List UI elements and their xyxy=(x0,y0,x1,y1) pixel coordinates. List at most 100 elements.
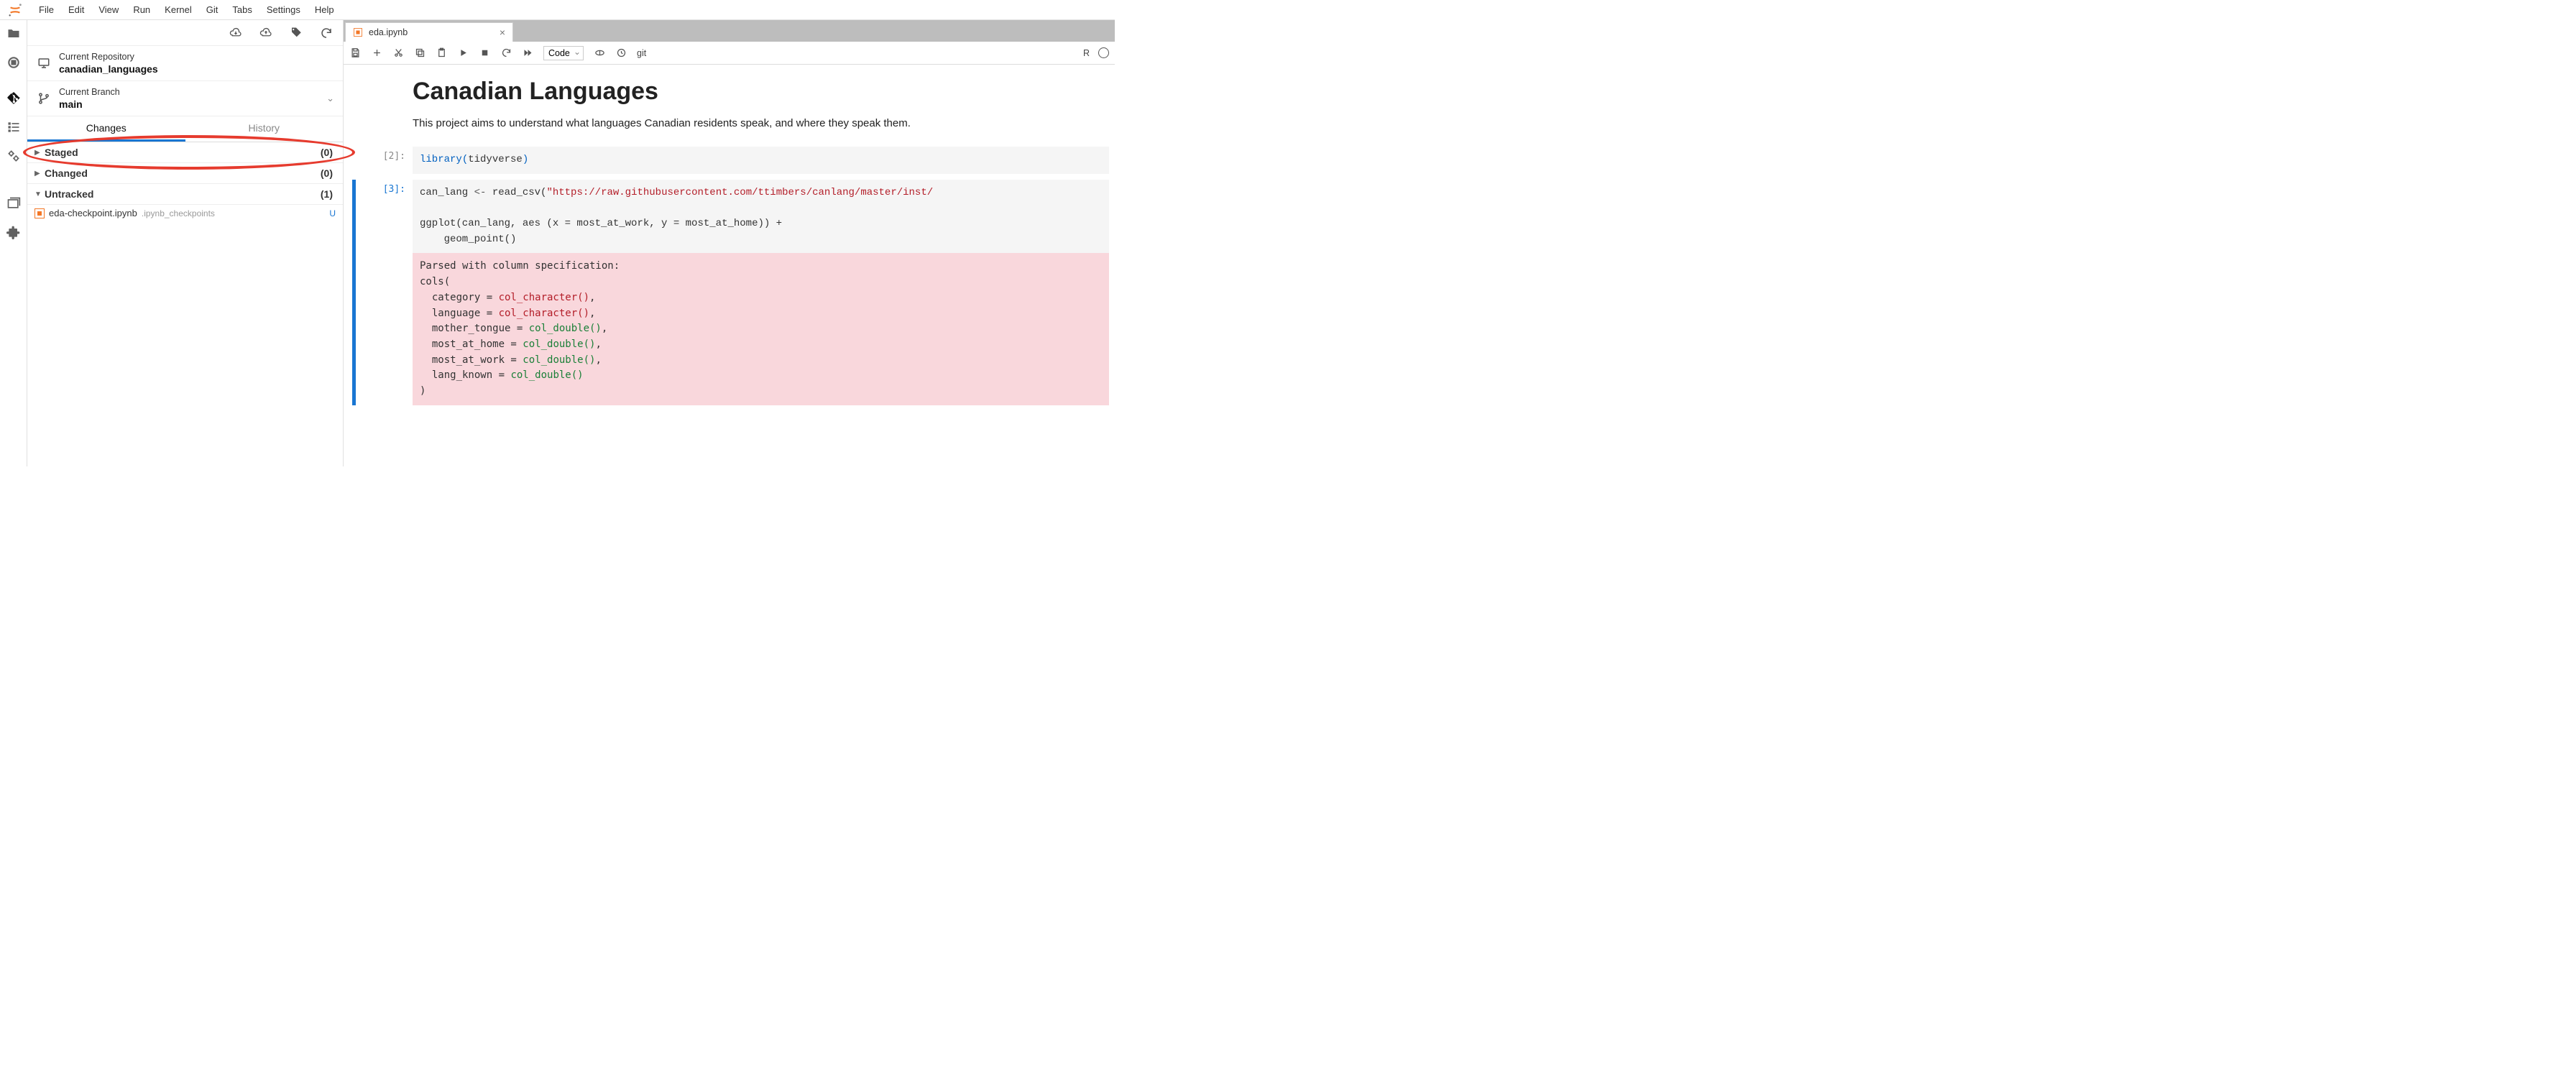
output-token: , xyxy=(595,338,601,350)
current-branch[interactable]: Current Branch main ⌄ xyxy=(27,81,343,116)
output-token: col_double() xyxy=(510,369,583,381)
output-token: col_character() xyxy=(499,292,589,303)
cloud-upload-icon[interactable] xyxy=(259,27,272,40)
menu-view[interactable]: View xyxy=(91,1,126,18)
code-2-body[interactable]: can_lang <- read_csv("https://raw.github… xyxy=(413,180,1109,254)
monitor-icon xyxy=(36,57,52,70)
active-cell-bar xyxy=(352,180,356,405)
kernel-name[interactable]: git xyxy=(637,48,646,58)
tab-bar: eda.ipynb × xyxy=(344,20,1115,42)
untracked-file-row[interactable]: eda-checkpoint.ipynb .ipynb_checkpoints … xyxy=(27,205,343,221)
markdown-cell[interactable]: Canadian Languages This project aims to … xyxy=(344,78,1115,141)
output-line: Parsed with column specification: xyxy=(420,260,620,272)
render-icon[interactable] xyxy=(594,47,605,59)
output-line: most_at_work = xyxy=(420,354,523,366)
menu-file[interactable]: File xyxy=(32,1,61,18)
staged-count: (0) xyxy=(321,147,336,158)
git-tabs: Changes History xyxy=(27,116,343,142)
git-toolbar xyxy=(27,20,343,46)
restart-icon[interactable] xyxy=(500,47,512,59)
menu-edit[interactable]: Edit xyxy=(61,1,91,18)
output-token: , xyxy=(589,292,595,303)
caret-right-icon: ▶ xyxy=(34,149,42,157)
main-area: eda.ipynb × Code git R xyxy=(344,20,1115,466)
untracked-count: (1) xyxy=(321,188,336,200)
tab-history[interactable]: History xyxy=(185,116,344,142)
menu-git[interactable]: Git xyxy=(199,1,226,18)
file-path: .ipynb_checkpoints xyxy=(142,208,215,218)
output-line: mother_tongue = xyxy=(420,323,529,334)
run-icon[interactable] xyxy=(457,47,469,59)
prompt-2: [3]: xyxy=(383,180,405,195)
code-1-body[interactable]: library(tidyverse) xyxy=(413,147,1109,174)
git-icon[interactable] xyxy=(6,91,22,106)
output-line: most_at_home = xyxy=(420,338,523,350)
output-token: col_double() xyxy=(523,354,595,366)
menu-settings[interactable]: Settings xyxy=(259,1,308,18)
refresh-icon[interactable] xyxy=(320,27,333,40)
file-name: eda-checkpoint.ipynb xyxy=(49,208,137,218)
settings-gears-icon[interactable] xyxy=(6,148,22,164)
notebook-file-icon xyxy=(354,28,362,37)
changed-label: Changed xyxy=(45,167,88,179)
notebook-toolbar: Code git R xyxy=(344,42,1115,65)
caret-down-icon: ▼ xyxy=(34,190,42,198)
repo-label: Current Repository xyxy=(59,52,158,62)
code-token: can_lang xyxy=(420,187,474,198)
folder-icon[interactable] xyxy=(6,26,22,42)
output-line: lang_known = xyxy=(420,369,510,381)
activity-bar xyxy=(0,20,27,466)
menu-tabs[interactable]: Tabs xyxy=(225,1,259,18)
menu-kernel[interactable]: Kernel xyxy=(157,1,199,18)
file-status: U xyxy=(329,208,336,218)
notebook-tab[interactable]: eda.ipynb × xyxy=(345,22,513,42)
code-cell-2[interactable]: [3]: can_lang <- read_csv("https://raw.g… xyxy=(344,180,1115,405)
repo-name: canadian_languages xyxy=(59,63,158,75)
paste-icon[interactable] xyxy=(436,47,447,59)
cut-icon[interactable] xyxy=(392,47,404,59)
branch-name: main xyxy=(59,98,120,110)
caret-right-icon: ▶ xyxy=(34,170,42,178)
section-staged[interactable]: ▶ Staged (0) xyxy=(27,142,343,163)
running-icon[interactable] xyxy=(6,55,22,70)
notebook-body[interactable]: Canadian Languages This project aims to … xyxy=(344,65,1115,466)
save-icon[interactable] xyxy=(349,47,361,59)
code-token: ggplot(can_lang, aes (x = most_at_work, … xyxy=(420,218,782,229)
section-untracked[interactable]: ▼ Untracked (1) xyxy=(27,184,343,205)
kernel-status-icon[interactable] xyxy=(1098,47,1109,58)
run-all-icon[interactable] xyxy=(522,47,533,59)
menu-run[interactable]: Run xyxy=(126,1,157,18)
add-cell-icon[interactable] xyxy=(371,47,382,59)
section-changed[interactable]: ▶ Changed (0) xyxy=(27,163,343,184)
output-token: , xyxy=(589,308,595,319)
page-title: Canadian Languages xyxy=(413,78,1109,106)
toc-icon[interactable] xyxy=(6,119,22,135)
kernel-lang: R xyxy=(1083,48,1090,58)
output-token: , xyxy=(595,354,601,366)
stop-icon[interactable] xyxy=(479,47,490,59)
tag-icon[interactable] xyxy=(290,27,303,40)
menu-help[interactable]: Help xyxy=(308,1,341,18)
cell-type-select[interactable]: Code xyxy=(543,46,584,60)
code-cell-1[interactable]: [2]: library(tidyverse) xyxy=(344,147,1115,174)
close-icon[interactable]: × xyxy=(500,27,505,38)
code-token: read_csv( xyxy=(486,187,546,198)
copy-icon[interactable] xyxy=(414,47,426,59)
branch-label: Current Branch xyxy=(59,87,120,97)
current-repo[interactable]: Current Repository canadian_languages xyxy=(27,46,343,81)
chevron-down-icon: ⌄ xyxy=(326,93,334,104)
output-token: col_character() xyxy=(499,308,589,319)
code-token: tidyverse xyxy=(468,154,523,165)
menu-list: File Edit View Run Kernel Git Tabs Setti… xyxy=(32,1,341,18)
code-token: <- xyxy=(474,187,487,198)
tabs-icon[interactable] xyxy=(6,195,22,211)
clock-icon[interactable] xyxy=(615,47,627,59)
changed-count: (0) xyxy=(321,167,336,179)
tab-changes[interactable]: Changes xyxy=(27,116,185,142)
menu-bar: File Edit View Run Kernel Git Tabs Setti… xyxy=(0,0,1115,20)
extension-icon[interactable] xyxy=(6,224,22,240)
cloud-download-icon[interactable] xyxy=(229,27,242,40)
git-sidebar: Current Repository canadian_languages Cu… xyxy=(27,20,344,466)
branch-icon xyxy=(36,92,52,105)
notebook-file-icon xyxy=(34,208,45,218)
